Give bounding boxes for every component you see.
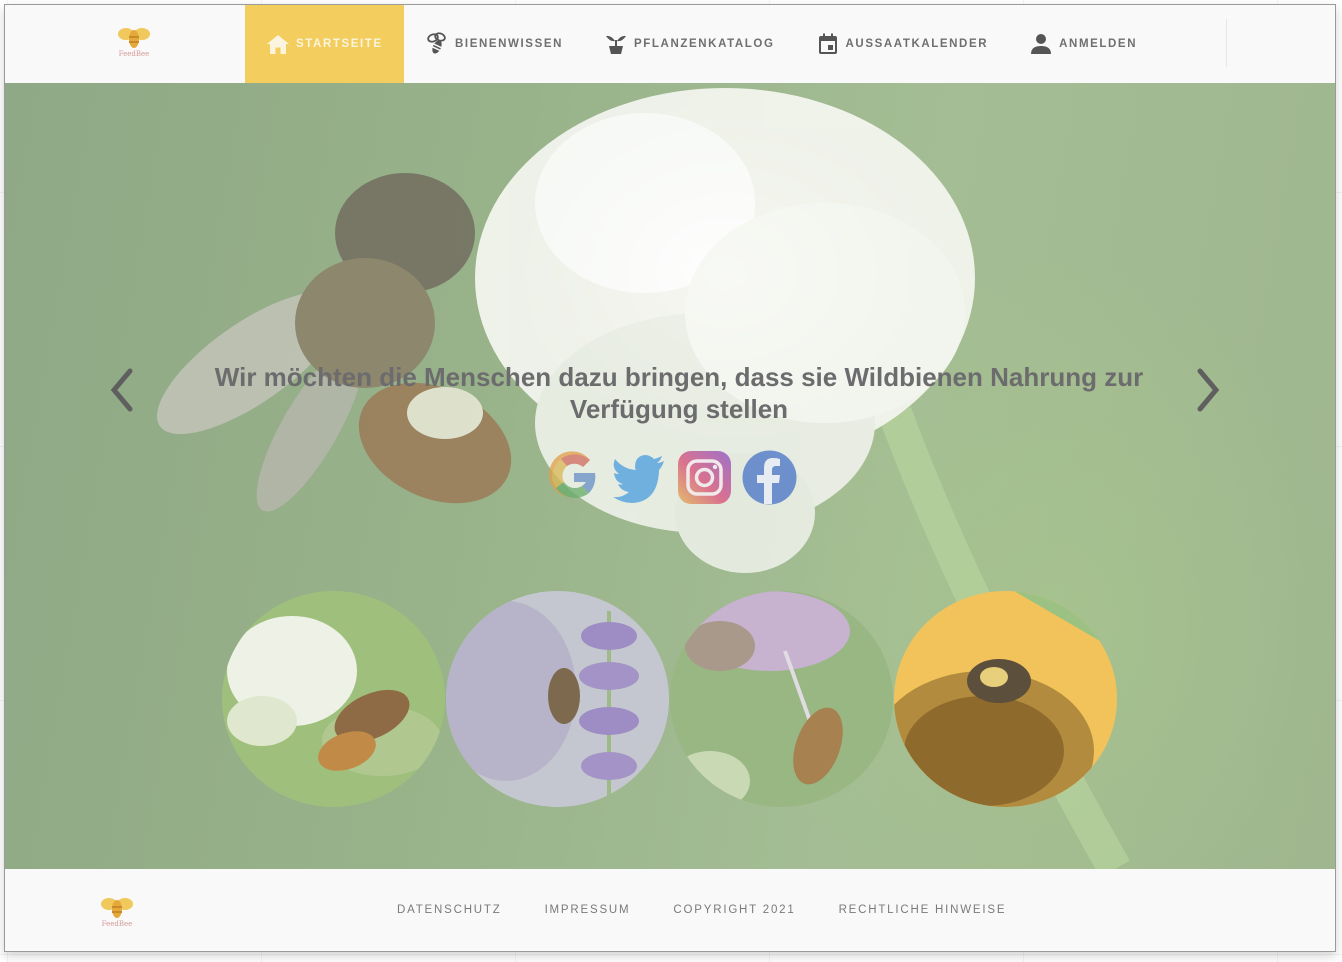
thumbnail-bee-on-clover[interactable] (222, 591, 445, 807)
google-icon (549, 451, 596, 498)
facebook-link[interactable] (742, 450, 797, 505)
footer-link-impressum[interactable]: IMPRESSUM (545, 904, 631, 916)
nav-item-pflanzenkatalog[interactable]: PFLANZENKATALOG (583, 5, 794, 83)
site-footer: FeedBee DATENSCHUTZ IMPRESSUM COPYRIGHT … (5, 869, 1335, 951)
nav-divider (1226, 19, 1227, 67)
thumbnail-bee-on-lavender[interactable] (446, 591, 669, 807)
site-header: FeedBee STARTSEITE BIENENWISSEN PFLANZEN… (5, 5, 1335, 84)
main-nav: STARTSEITE BIENENWISSEN PFLANZENKATALOG … (245, 5, 1157, 83)
thumbnail-image (446, 591, 669, 807)
footer-links: DATENSCHUTZ IMPRESSUM COPYRIGHT 2021 REC… (397, 869, 1049, 951)
nav-label: BIENENWISSEN (455, 38, 564, 50)
plant-icon (604, 32, 628, 56)
chevron-left-icon (110, 368, 133, 412)
social-links (547, 450, 797, 505)
bee-logo-icon (101, 898, 133, 918)
calendar-icon (816, 32, 840, 56)
site-logo[interactable]: FeedBee (104, 25, 164, 69)
footer-copyright: COPYRIGHT 2021 (673, 904, 796, 916)
nav-label: AUSSAATKALENDER (845, 38, 989, 50)
footer-logo[interactable]: FeedBee (87, 895, 147, 939)
nav-item-anmelden[interactable]: ANMELDEN (1008, 5, 1157, 83)
nav-label: PFLANZENKATALOG (634, 38, 775, 50)
bee-icon (425, 32, 449, 56)
hero-headline: Wir möchten die Menschen dazu bringen, d… (214, 362, 1144, 424)
home-icon (266, 32, 290, 56)
twitter-icon (613, 455, 664, 503)
logo-text: FeedBee (118, 50, 150, 58)
nav-item-bienenwissen[interactable]: BIENENWISSEN (404, 5, 583, 83)
nav-item-startseite[interactable]: STARTSEITE (245, 5, 404, 83)
thumbnail-image (670, 591, 893, 807)
facebook-icon (742, 450, 797, 505)
instagram-link[interactable] (677, 450, 732, 505)
bee-logo-icon (118, 28, 150, 48)
slider-next-button[interactable] (1191, 367, 1225, 413)
footer-link-rechtliche-hinweise[interactable]: RECHTLICHE HINWEISE (839, 904, 1007, 916)
nav-label: ANMELDEN (1059, 38, 1138, 50)
chevron-right-icon (1197, 368, 1220, 412)
slider-prev-button[interactable] (105, 367, 139, 413)
twitter-link[interactable] (612, 450, 667, 505)
footer-link-datenschutz[interactable]: DATENSCHUTZ (397, 904, 502, 916)
thumbnail-bee-on-pink-flower[interactable] (670, 591, 893, 807)
thumbnail-image (222, 591, 445, 807)
person-icon (1029, 32, 1053, 56)
logo-text: FeedBee (101, 920, 133, 928)
browser-page: FeedBee STARTSEITE BIENENWISSEN PFLANZEN… (4, 4, 1336, 952)
instagram-icon (678, 451, 731, 504)
thumbnail-image (894, 591, 1117, 807)
google-link[interactable] (547, 450, 602, 505)
thumbnail-strip (222, 591, 1122, 807)
thumbnail-bumblebee-on-sunflower[interactable] (894, 591, 1117, 807)
nav-item-aussaatkalender[interactable]: AUSSAATKALENDER (795, 5, 1009, 83)
hero-slider: Wir möchten die Menschen dazu bringen, d… (5, 83, 1335, 869)
nav-label: STARTSEITE (296, 38, 383, 50)
